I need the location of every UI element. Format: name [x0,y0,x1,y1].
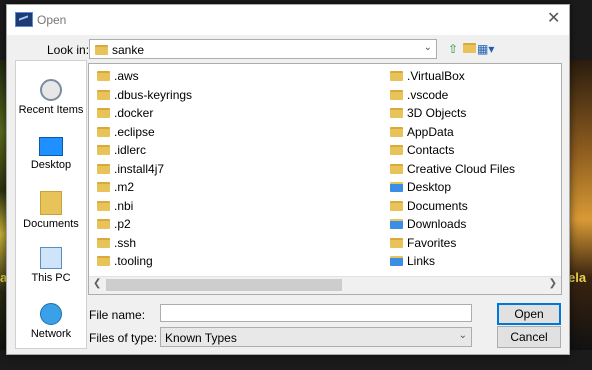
list-item[interactable]: .aws [97,67,192,86]
look-in-label: Look in: [47,43,90,57]
list-item[interactable]: .VirtualBox [390,67,515,86]
folder-icon [97,237,110,248]
list-item[interactable]: AppData [390,123,515,142]
documents-icon [40,191,62,215]
cancel-button[interactable]: Cancel [497,326,561,348]
folder-icon [95,45,108,55]
file-list[interactable]: .aws .dbus-keyrings .docker .eclipse .id… [88,63,562,295]
folder-icon [97,182,110,193]
list-item[interactable]: .p2 [97,215,192,234]
folder-icon [390,71,403,82]
files-of-type-label: Files of type: [89,331,158,345]
place-network[interactable]: Network [16,303,86,340]
desktop-icon [39,137,63,156]
list-item[interactable]: Favorites [390,234,515,253]
scroll-left-icon[interactable]: ❮ [93,278,101,289]
contacts-icon [390,145,403,156]
links-folder-icon [390,256,403,267]
file-column-2: .VirtualBox .vscode 3D Objects AppData C… [390,67,515,271]
java-app-icon [15,12,33,27]
list-item[interactable]: .ssh [97,234,192,253]
chevron-down-icon: ⌄ [423,42,432,53]
folder-icon [97,163,110,174]
list-item[interactable]: .docker [97,104,192,123]
this-pc-icon [40,247,62,269]
list-item[interactable]: .dbus-keyrings [97,86,192,105]
places-bar: Recent Items Desktop Documents This PC N… [15,60,87,349]
list-item[interactable]: .nbi [97,197,192,216]
list-item[interactable]: Contacts [390,141,515,160]
documents-folder-icon [390,200,403,211]
list-item[interactable]: Creative Cloud Files [390,160,515,179]
place-this-pc[interactable]: This PC [16,247,86,284]
network-icon [40,303,62,325]
place-label: Recent Items [18,104,84,116]
dialog-title: Open [37,13,67,27]
folder-icon [97,108,110,119]
list-item[interactable]: .idlerc [97,141,192,160]
folder-icon [97,200,110,211]
view-menu-icon[interactable]: ▦▾ [477,41,494,57]
folder-icon [390,89,403,100]
look-in-value: sanke [112,43,145,57]
title-bar: Open ✕ [7,5,569,35]
folder-icon [97,219,110,230]
folder-icon [97,126,110,137]
folder-icon [97,71,110,82]
folder-icon [390,126,403,137]
list-item[interactable]: 3D Objects [390,104,515,123]
list-item[interactable]: Links [390,252,515,271]
chevron-down-icon: ⌄ [458,330,467,341]
scrollbar-thumb[interactable] [106,279,342,291]
list-item[interactable]: .m2 [97,178,192,197]
scroll-right-icon[interactable]: ❯ [549,278,557,289]
up-folder-icon[interactable]: ⇧ [445,41,461,57]
list-item[interactable]: Desktop [390,178,515,197]
file-name-input[interactable] [160,304,472,322]
files-of-type-combo[interactable]: Known Types ⌄ [160,327,472,347]
file-column-1: .aws .dbus-keyrings .docker .eclipse .id… [97,67,192,271]
folder-icon [97,89,110,100]
look-in-combo[interactable]: sanke ⌄ [89,39,437,59]
list-item[interactable]: .tooling [97,252,192,271]
place-desktop[interactable]: Desktop [16,137,86,171]
desktop-folder-icon [390,182,403,193]
recent-items-icon [40,79,62,101]
favorites-folder-icon [390,237,403,248]
place-label: Desktop [30,159,72,171]
creative-cloud-icon [390,163,403,174]
folder-3d-icon [390,108,403,119]
place-label: Documents [23,218,79,230]
downloads-folder-icon [390,219,403,230]
place-label: This PC [31,272,71,284]
place-documents[interactable]: Documents [16,191,86,230]
background-right [568,60,592,350]
new-folder-icon[interactable] [461,41,477,57]
place-label: Network [30,328,72,340]
list-item[interactable]: Documents [390,197,515,216]
list-item[interactable]: .eclipse [97,123,192,142]
folder-icon [97,145,110,156]
folder-icon [97,256,110,267]
close-icon[interactable]: ✕ [547,11,560,27]
files-of-type-value: Known Types [165,331,237,345]
list-item[interactable]: .vscode [390,86,515,105]
open-dialog: Open ✕ Look in: sanke ⌄ ⇧ ▦▾ Recent Item… [6,4,570,355]
open-button[interactable]: Open [497,303,561,325]
horizontal-scrollbar[interactable]: ❮ ❯ [89,276,561,294]
background-text-right: ela [568,270,587,285]
place-recent-items[interactable]: Recent Items [16,79,86,116]
list-item[interactable]: Downloads [390,215,515,234]
file-name-label: File name: [89,308,146,322]
list-item[interactable]: .install4j7 [97,160,192,179]
